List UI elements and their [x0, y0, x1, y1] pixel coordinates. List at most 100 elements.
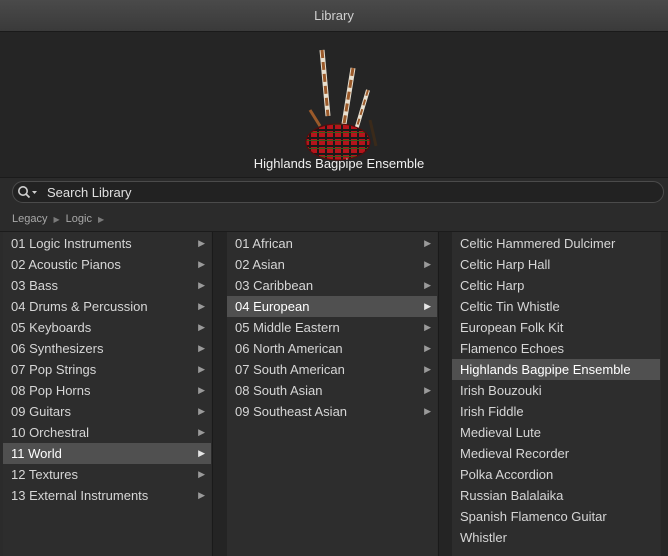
category-item[interactable]: 09 Guitars ▶: [3, 401, 211, 422]
patch-item[interactable]: Highlands Bagpipe Ensemble: [452, 359, 660, 380]
patch-item[interactable]: Whistler: [452, 527, 660, 548]
region-item[interactable]: 01 African ▶: [227, 233, 437, 254]
disclosure-arrow-icon: ▶: [424, 406, 431, 416]
patch-item-label: Polka Accordion: [460, 467, 554, 482]
patch-item[interactable]: Polka Accordion: [452, 464, 660, 485]
patch-item[interactable]: Celtic Hammered Dulcimer: [452, 233, 660, 254]
column-divider[interactable]: [438, 232, 453, 556]
browser-columns: 01 Logic Instruments ▶ 02 Acoustic Pianos ▶…: [0, 231, 668, 556]
patch-item[interactable]: Celtic Tin Whistle: [452, 296, 660, 317]
region-item[interactable]: 08 South Asian ▶: [227, 380, 437, 401]
disclosure-arrow-icon: ▶: [424, 343, 431, 353]
patch-item[interactable]: Spanish Flamenco Guitar: [452, 506, 660, 527]
breadcrumb: Legacy ▶ Logic ▶: [12, 211, 110, 227]
category-item-label: 07 Pop Strings: [11, 362, 97, 377]
disclosure-arrow-icon: ▶: [424, 385, 431, 395]
patch-item-label: Spanish Flamenco Guitar: [460, 509, 607, 524]
search-bar[interactable]: [12, 181, 664, 203]
chevron-right-icon: ▶: [53, 214, 60, 224]
patch-item[interactable]: Celtic Harp Hall: [452, 254, 660, 275]
patch-item-label: Whistler: [460, 530, 507, 545]
search-input[interactable]: [43, 183, 663, 201]
region-item[interactable]: 09 Southeast Asian ▶: [227, 401, 437, 422]
disclosure-arrow-icon: ▶: [198, 406, 205, 416]
patch-item[interactable]: Medieval Recorder: [452, 443, 660, 464]
category-item[interactable]: 05 Keyboards ▶: [3, 317, 211, 338]
category-item[interactable]: 13 External Instruments ▶: [3, 485, 211, 506]
patch-item-label: Irish Fiddle: [460, 404, 524, 419]
library-window: Library Highlands Bagpipe Ensemble Searc…: [0, 0, 668, 556]
column-divider[interactable]: [212, 232, 228, 556]
breadcrumb-item-logic[interactable]: Logic: [66, 213, 92, 225]
category-item[interactable]: 01 Logic Instruments ▶: [3, 233, 211, 254]
disclosure-arrow-icon: ▶: [198, 238, 205, 248]
disclosure-arrow-icon: ▶: [198, 301, 205, 311]
disclosure-arrow-icon: ▶: [198, 259, 205, 269]
scrollbar[interactable]: [661, 232, 668, 556]
category-item-label: 06 Synthesizers: [11, 341, 104, 356]
category-item[interactable]: 03 Bass ▶: [3, 275, 211, 296]
region-item[interactable]: 05 Middle Eastern ▶: [227, 317, 437, 338]
patch-item-label: Russian Balalaika: [460, 488, 564, 503]
patch-item[interactable]: Russian Balalaika: [452, 485, 660, 506]
category-column: 01 Logic Instruments ▶ 02 Acoustic Pianos ▶…: [3, 232, 211, 556]
category-item-label: 11 World: [11, 446, 62, 461]
patch-item-label: Irish Bouzouki: [460, 383, 542, 398]
region-item[interactable]: 03 Caribbean ▶: [227, 275, 437, 296]
patch-item[interactable]: Flamenco Echoes: [452, 338, 660, 359]
region-item-label: 02 Asian: [235, 257, 285, 272]
disclosure-arrow-icon: ▶: [198, 322, 205, 332]
category-item-label: 08 Pop Horns: [11, 383, 91, 398]
patch-preview: Highlands Bagpipe Ensemble: [0, 32, 668, 178]
disclosure-arrow-icon: ▶: [424, 301, 431, 311]
category-item-label: 13 External Instruments: [11, 488, 149, 503]
chevron-right-icon: ▶: [97, 214, 105, 224]
region-item-label: 03 Caribbean: [235, 278, 314, 293]
region-item-label: 05 Middle Eastern: [235, 320, 340, 335]
region-item-label: 09 Southeast Asian: [235, 404, 348, 419]
category-item-label: 05 Keyboards: [11, 320, 92, 335]
window-title: Library: [314, 8, 354, 23]
region-item[interactable]: 06 North American ▶: [227, 338, 437, 359]
category-item[interactable]: 04 Drums & Percussion ▶: [3, 296, 211, 317]
region-item-label: 08 South Asian: [235, 383, 323, 398]
category-item-label: 03 Bass: [11, 278, 58, 293]
category-item[interactable]: 07 Pop Strings ▶: [3, 359, 211, 380]
disclosure-arrow-icon: ▶: [198, 427, 205, 437]
disclosure-arrow-icon: ▶: [198, 448, 205, 458]
patch-item-label: Flamenco Echoes: [460, 341, 565, 356]
patch-item-label: Celtic Harp Hall: [460, 257, 551, 272]
category-item[interactable]: 06 Synthesizers ▶: [3, 338, 211, 359]
disclosure-arrow-icon: ▶: [198, 469, 205, 479]
category-item-label: 09 Guitars: [11, 404, 71, 419]
patch-item-label: Medieval Lute: [460, 425, 541, 440]
patch-item[interactable]: Irish Bouzouki: [452, 380, 660, 401]
region-item[interactable]: 04 European ▶: [227, 296, 437, 317]
patch-item-label: Celtic Harp: [460, 278, 525, 293]
patch-item[interactable]: Irish Fiddle: [452, 401, 660, 422]
selected-patch-name: Highlands Bagpipe Ensemble: [253, 156, 425, 171]
region-item-label: 06 North American: [235, 341, 343, 356]
category-item[interactable]: 08 Pop Horns ▶: [3, 380, 211, 401]
region-item-label: 04 European: [235, 299, 310, 314]
disclosure-arrow-icon: ▶: [424, 259, 431, 269]
patch-item-label: European Folk Kit: [460, 320, 564, 335]
patch-item[interactable]: Celtic Harp: [452, 275, 660, 296]
disclosure-arrow-icon: ▶: [424, 364, 431, 374]
bagpipe-icon: [298, 46, 382, 162]
region-column: 01 African ▶ 02 Asian ▶ 03 Caribbean ▶ 04 Euro…: [227, 232, 437, 556]
patch-column: Celtic Hammered Dulcimer Celtic Harp Hall…: [452, 232, 660, 556]
category-item[interactable]: 11 World ▶: [3, 443, 211, 464]
patch-item[interactable]: European Folk Kit: [452, 317, 660, 338]
category-item[interactable]: 10 Orchestral ▶: [3, 422, 211, 443]
region-item-label: 01 African: [235, 236, 293, 251]
breadcrumb-item-legacy[interactable]: Legacy: [12, 213, 47, 225]
patch-item[interactable]: Medieval Lute: [452, 422, 660, 443]
search-icon[interactable]: [17, 182, 43, 202]
category-item-label: 04 Drums & Percussion: [11, 299, 148, 314]
region-item-label: 07 South American: [235, 362, 345, 377]
category-item[interactable]: 02 Acoustic Pianos ▶: [3, 254, 211, 275]
category-item[interactable]: 12 Textures ▶: [3, 464, 211, 485]
region-item[interactable]: 07 South American ▶: [227, 359, 437, 380]
region-item[interactable]: 02 Asian ▶: [227, 254, 437, 275]
